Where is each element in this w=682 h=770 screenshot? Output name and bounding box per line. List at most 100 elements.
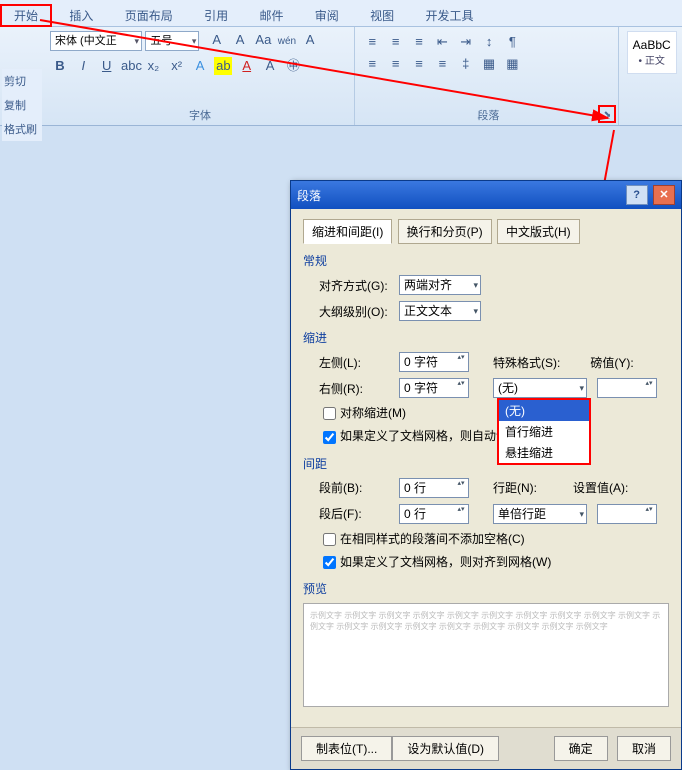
tab-review[interactable]: 审阅 [301,4,353,27]
ok-button[interactable]: 确定 [554,736,608,761]
snap-grid-check[interactable] [323,556,336,569]
at-label: 设置值(A): [573,479,628,496]
before-label: 段前(B): [319,479,399,496]
align-right-icon[interactable]: ≡ [410,55,428,73]
outline-label: 大纲级别(O): [319,303,399,320]
tab-mail[interactable]: 邮件 [245,4,297,27]
style-sample[interactable]: AaBbC [630,38,674,52]
no-space-same-style-check[interactable] [323,533,336,546]
tab-line-page-breaks[interactable]: 换行和分页(P) [398,219,492,244]
special-combo[interactable]: (无) [493,378,587,398]
superscript-icon[interactable]: x² [168,57,186,75]
grow-font-icon[interactable]: A [208,31,226,49]
after-spin[interactable]: 0 行 [399,504,469,524]
auto-adjust-label: 如果定义了文档网格，则自动调 [340,429,508,443]
before-spin[interactable]: 0 行 [399,478,469,498]
text-effect-icon[interactable]: A [191,57,209,75]
close-icon[interactable]: ✕ [653,185,675,205]
special-dropdown[interactable]: (无) 首行缩进 悬挂缩进 [497,398,591,465]
change-case-icon[interactable]: Aa [254,31,272,49]
underline-icon[interactable]: U [98,57,116,75]
section-spacing: 间距 [303,455,669,472]
format-painter[interactable]: 格式刷 [2,117,42,141]
no-space-same-style-label: 在相同样式的段落间不添加空格(C) [340,532,525,546]
numbering-icon[interactable]: ≡ [387,33,405,51]
decrease-indent-icon[interactable]: ⇤ [433,33,451,51]
dialog-title: 段落 [297,187,321,204]
dialog-titlebar[interactable]: 段落 ? ✕ [291,181,681,209]
paragraph-group: ≡ ≡ ≡ ⇤ ⇥ ↕ ¶ ≡ ≡ ≡ ≡ ‡ ▦ ▦ 段落 ⬊ [358,27,619,125]
show-marks-icon[interactable]: ¶ [503,33,521,51]
default-button[interactable]: 设为默认值(D) [392,736,499,761]
by-spin[interactable] [597,378,657,398]
by-label: 磅值(Y): [590,354,633,371]
alignment-label: 对齐方式(G): [319,277,399,294]
left-indent-label: 左侧(L): [319,354,399,371]
align-left-icon[interactable]: ≡ [363,55,381,73]
line-spacing-icon[interactable]: ‡ [457,55,475,73]
mirror-indent-check[interactable] [323,407,336,420]
snap-grid-label: 如果定义了文档网格，则对齐到网格(W) [340,555,551,569]
after-label: 段后(F): [319,505,399,522]
right-indent-spin[interactable]: 0 字符 [399,378,469,398]
bullets-icon[interactable]: ≡ [363,33,381,51]
line-spacing-label: 行距(N): [493,479,537,496]
dialog-tabs: 缩进和间距(I) 换行和分页(P) 中文版式(H) [303,219,669,244]
section-indent: 缩进 [303,329,669,346]
paragraph-launcher[interactable]: ⬊ [598,105,616,123]
paragraph-dialog: 段落 ? ✕ 缩进和间距(I) 换行和分页(P) 中文版式(H) 常规 对齐方式… [290,180,682,770]
option-hanging[interactable]: 悬挂缩进 [499,442,589,463]
tab-dev[interactable]: 开发工具 [412,4,488,27]
font-color-icon[interactable]: A [238,57,256,75]
italic-icon[interactable]: I [74,57,92,75]
subscript-icon[interactable]: x₂ [144,57,162,75]
tab-view[interactable]: 视图 [356,4,408,27]
line-spacing-combo[interactable]: 单倍行距 [493,504,587,524]
align-center-icon[interactable]: ≡ [387,55,405,73]
tabstops-button[interactable]: 制表位(T)... [301,736,392,761]
tab-indent-spacing[interactable]: 缩进和间距(I) [303,219,392,244]
shading-icon[interactable]: ▦ [480,55,498,73]
phonetic-icon[interactable]: wén [278,33,296,51]
special-label: 特殊格式(S): [493,354,560,371]
tab-insert[interactable]: 插入 [55,4,107,27]
font-group-label: 字体 [46,107,354,123]
ribbon-tabs: 开始 插入 页面布局 引用 邮件 审阅 视图 开发工具 [0,0,682,27]
font-name-combo[interactable]: 宋体 (中文正 [50,31,142,51]
help-icon[interactable]: ? [626,185,648,205]
style-name: • 正文 [630,52,674,67]
tab-start[interactable]: 开始 [0,4,52,27]
cut-button[interactable]: 剪切 [2,69,42,93]
paragraph-group-label: 段落 [358,107,618,123]
ribbon: 剪切 复制 格式刷 宋体 (中文正 五号 A A Aa wén A B I U … [0,27,682,126]
option-first-line[interactable]: 首行缩进 [499,421,589,442]
at-spin[interactable] [597,504,657,524]
outline-combo[interactable]: 正文文本 [399,301,481,321]
tab-layout[interactable]: 页面布局 [111,4,187,27]
section-general: 常规 [303,252,669,269]
justify-icon[interactable]: ≡ [433,55,451,73]
option-none[interactable]: (无) [499,400,589,421]
tab-asian-typography[interactable]: 中文版式(H) [497,219,580,244]
char-border-icon[interactable]: A [301,31,319,49]
font-size-combo[interactable]: 五号 [145,31,199,51]
multilevel-icon[interactable]: ≡ [410,33,428,51]
copy-button[interactable]: 复制 [2,93,42,117]
sort-icon[interactable]: ↕ [480,33,498,51]
alignment-combo[interactable]: 两端对齐 [399,275,481,295]
borders-icon[interactable]: ▦ [503,55,521,73]
char-shading-icon[interactable]: A [261,57,279,75]
auto-adjust-check[interactable] [323,431,336,444]
bold-icon[interactable]: B [51,57,69,75]
left-indent-spin[interactable]: 0 字符 [399,352,469,372]
enclose-icon[interactable]: ㊥ [284,57,302,75]
font-group: 宋体 (中文正 五号 A A Aa wén A B I U abc x₂ x² … [46,27,355,125]
mirror-indent-label: 对称缩进(M) [340,406,406,420]
tab-ref[interactable]: 引用 [190,4,242,27]
styles-group: AaBbC • 正文 [623,27,681,125]
cancel-button[interactable]: 取消 [617,736,671,761]
highlight-icon[interactable]: ab [214,57,232,75]
strike-icon[interactable]: abc [121,57,139,75]
shrink-font-icon[interactable]: A [231,31,249,49]
increase-indent-icon[interactable]: ⇥ [457,33,475,51]
